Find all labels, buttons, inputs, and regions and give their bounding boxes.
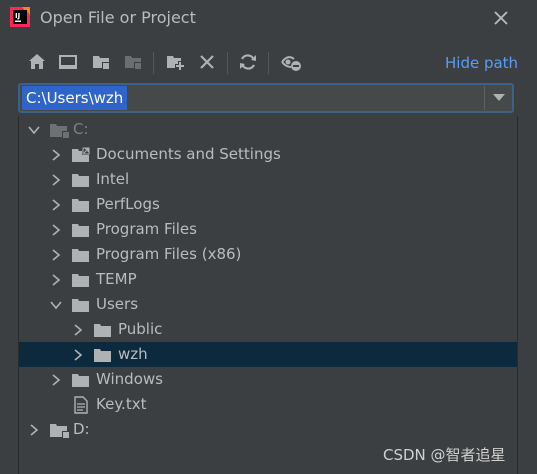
chevron-right-icon xyxy=(52,174,61,186)
tree-label: PerfLogs xyxy=(96,195,160,213)
toolbar-separator xyxy=(268,52,269,74)
refresh-icon xyxy=(240,54,256,70)
tree-row-key-txt[interactable]: Key.txt xyxy=(19,392,517,417)
chevron-right-icon xyxy=(74,349,83,361)
new-folder-button[interactable] xyxy=(164,51,186,73)
tree-label: wzh xyxy=(118,345,148,363)
chevron-right-icon xyxy=(52,249,61,261)
tree-row-wzh[interactable]: wzh xyxy=(19,342,517,367)
dialog-title: Open File or Project xyxy=(40,8,196,27)
tree-label: Intel xyxy=(96,170,130,188)
chevron-right-icon xyxy=(74,324,83,336)
toolbar-separator xyxy=(227,52,228,74)
watermark-text: CSDN @智者追星 xyxy=(383,446,506,464)
tree-row-public[interactable]: Public xyxy=(19,317,517,342)
tree-row-drive-d[interactable]: D: xyxy=(19,417,517,442)
chevron-right-icon xyxy=(52,374,61,386)
tree-label: Program Files xyxy=(96,220,197,238)
desktop-icon xyxy=(59,55,77,69)
home-button[interactable] xyxy=(26,51,48,73)
text-file-icon xyxy=(74,396,88,414)
folder-link-icon xyxy=(72,147,90,162)
delete-button[interactable] xyxy=(196,51,218,73)
folder-icon xyxy=(72,274,89,287)
folder-icon xyxy=(94,349,111,362)
intellij-logo-icon: IJ xyxy=(10,7,30,27)
tree-label: Users xyxy=(96,295,139,313)
chevron-right-icon xyxy=(52,149,61,161)
chevron-right-icon xyxy=(52,224,61,236)
chevron-right-icon xyxy=(52,274,61,286)
path-dropdown-button[interactable] xyxy=(484,86,513,110)
hide-path-link[interactable]: Hide path xyxy=(445,54,518,72)
folder-icon xyxy=(72,299,89,312)
tree-label-drive-d: D: xyxy=(73,420,90,438)
folder-icon xyxy=(72,174,89,187)
tree-label: Public xyxy=(118,320,163,338)
module-folder-icon xyxy=(125,56,141,69)
folder-icon xyxy=(72,374,89,387)
tree-row-temp[interactable]: TEMP xyxy=(19,267,517,292)
project-folder-button[interactable] xyxy=(90,51,112,73)
tree-label: TEMP xyxy=(96,270,137,288)
title-bar: IJ Open File or Project xyxy=(0,0,537,36)
tree-row-drive-c[interactable]: C: xyxy=(19,117,517,142)
tree-label-drive-c: C: xyxy=(73,120,89,138)
desktop-button[interactable] xyxy=(57,51,79,73)
tree-row-users[interactable]: Users xyxy=(19,292,517,317)
tree-row-program-files-x86[interactable]: Program Files (x86) xyxy=(19,242,517,267)
file-chooser-toolbar: Hide path xyxy=(0,47,537,79)
delete-icon xyxy=(200,55,214,69)
show-hidden-files-button[interactable] xyxy=(280,51,302,73)
file-tree[interactable]: C: Documents and Settings Intel PerfLogs… xyxy=(18,116,518,474)
drive-icon xyxy=(50,124,69,138)
tree-label: Windows xyxy=(96,370,163,388)
tree-row-windows[interactable]: Windows xyxy=(19,367,517,392)
folder-icon xyxy=(72,224,89,237)
show-hidden-icon xyxy=(281,56,301,71)
tree-label: Program Files (x86) xyxy=(96,245,242,263)
path-input[interactable]: C:\Users\wzh xyxy=(22,86,128,110)
chevron-down-icon xyxy=(50,301,62,310)
tree-row-documents-and-settings[interactable]: Documents and Settings xyxy=(19,142,517,167)
tree-label: Documents and Settings xyxy=(96,145,281,163)
home-icon xyxy=(29,54,45,69)
svg-text:IJ: IJ xyxy=(15,12,20,20)
chevron-down-icon xyxy=(493,94,505,101)
folder-icon xyxy=(72,199,89,212)
path-combobox[interactable]: C:\Users\wzh xyxy=(18,83,514,113)
refresh-button[interactable] xyxy=(237,51,259,73)
chevron-right-icon xyxy=(52,199,61,211)
module-folder-button[interactable] xyxy=(122,51,144,73)
chevron-down-icon xyxy=(28,126,40,135)
tree-row-program-files[interactable]: Program Files xyxy=(19,217,517,242)
drive-icon xyxy=(50,424,69,438)
tree-row-perflogs[interactable]: PerfLogs xyxy=(19,192,517,217)
chevron-right-icon xyxy=(30,424,39,436)
tree-label: Key.txt xyxy=(96,395,147,413)
folder-icon xyxy=(72,249,89,262)
toolbar-separator xyxy=(153,52,154,74)
new-folder-icon xyxy=(167,56,185,71)
folder-icon xyxy=(94,324,111,337)
project-folder-icon xyxy=(93,56,109,69)
close-icon[interactable] xyxy=(492,9,510,27)
tree-row-intel[interactable]: Intel xyxy=(19,167,517,192)
